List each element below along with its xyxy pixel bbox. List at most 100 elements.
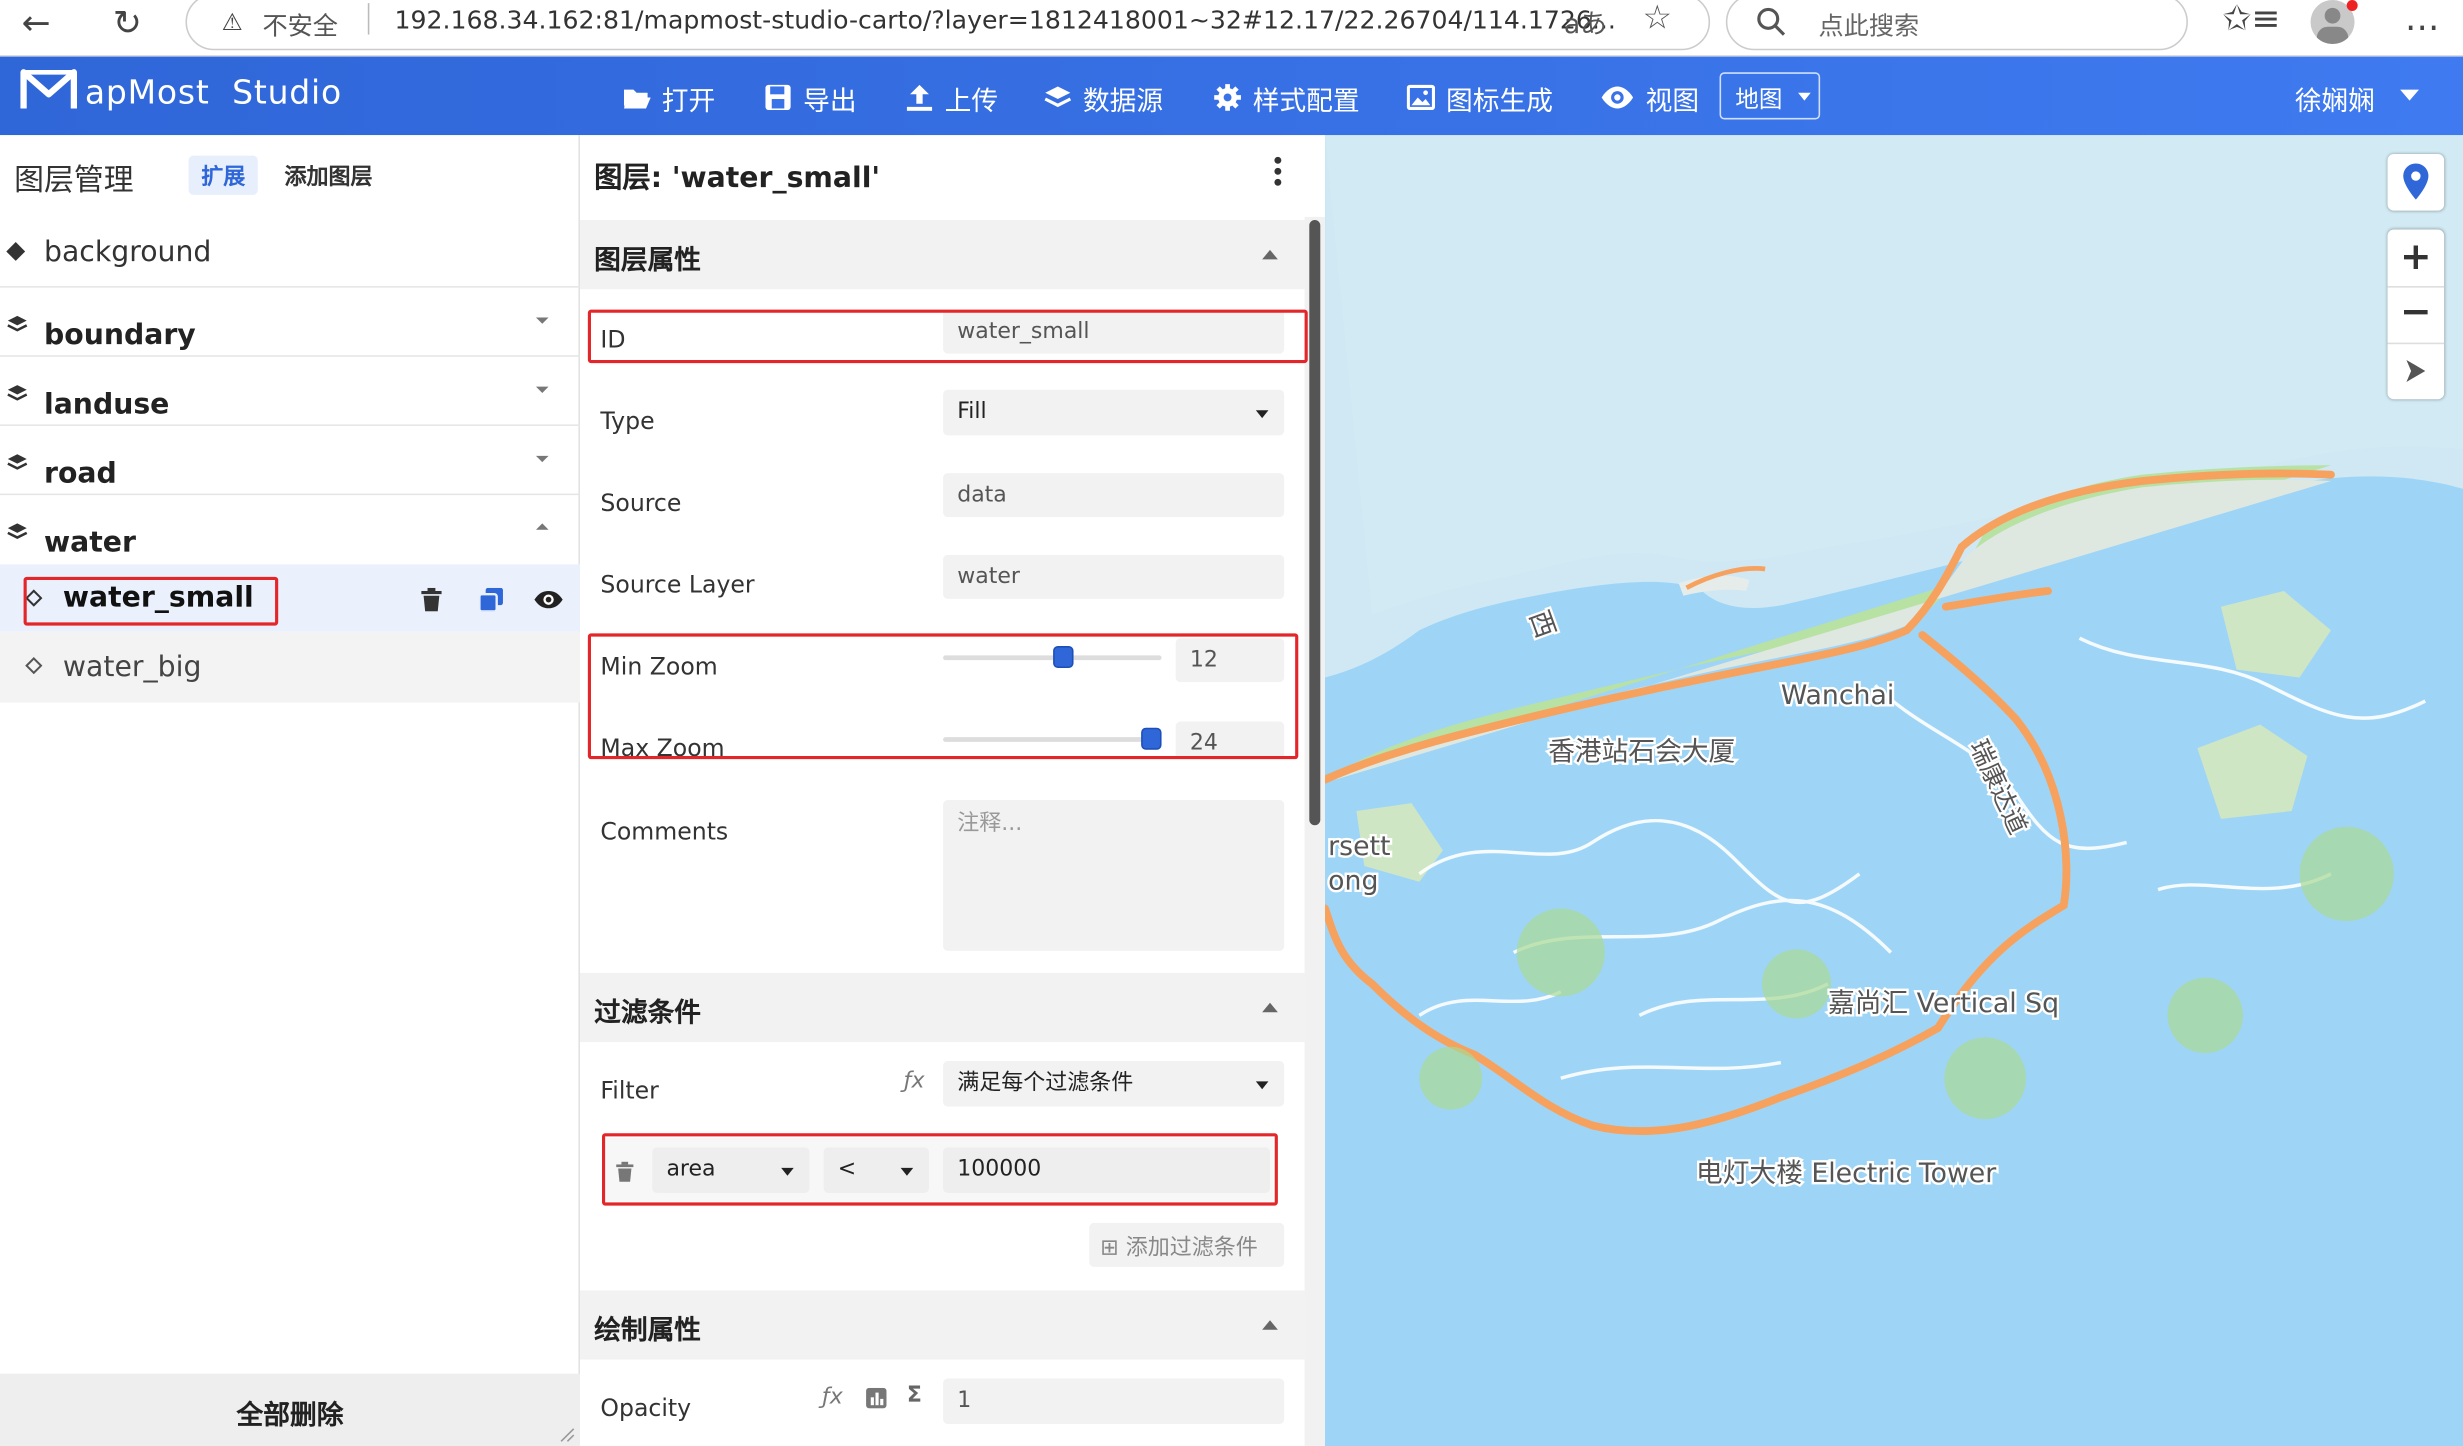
type-label: Type bbox=[600, 407, 655, 436]
map-canvas[interactable]: 西 Wanchai 香港站石会大厦 rsett ong 嘉尚汇 Vertical… bbox=[1325, 135, 2463, 1446]
compass-icon[interactable] bbox=[2405, 358, 2427, 383]
copy-icon[interactable] bbox=[479, 587, 503, 612]
layer-item-water-small[interactable]: water_small bbox=[0, 564, 580, 632]
zoom-out-icon[interactable]: − bbox=[2388, 288, 2445, 343]
map-label: Wanchai bbox=[1781, 680, 1894, 711]
menu-view-label: 视图 bbox=[1645, 85, 1700, 118]
group-label: road bbox=[44, 457, 117, 491]
source-layer-label: Source Layer bbox=[600, 570, 755, 599]
comments-textarea[interactable]: 注释... bbox=[943, 800, 1285, 951]
group-label: water bbox=[44, 526, 136, 560]
menu-style-config[interactable]: 样式配置 bbox=[1213, 79, 1360, 118]
divider bbox=[367, 3, 370, 35]
app-header: apMost Studio 打开 导出 上传 数据源 样式配置 图标生成 视图 … bbox=[0, 56, 2463, 136]
function-icon[interactable]: ƒx bbox=[822, 1385, 843, 1410]
trash-icon[interactable] bbox=[421, 587, 442, 612]
browser-search[interactable]: 点此搜索 bbox=[1725, 0, 2188, 51]
map-zoom-controls: + − bbox=[2387, 229, 2445, 400]
browser-toolbar: ← ↻ ⚠ 不安全 192.168.34.162:81/mapmost-stud… bbox=[0, 0, 2463, 57]
zoom-in-icon[interactable]: + bbox=[2388, 229, 2445, 286]
collapse-icon[interactable] bbox=[1262, 249, 1278, 260]
section-paint[interactable]: 绘制属性 bbox=[579, 1290, 1305, 1360]
section-filter[interactable]: 过滤条件 bbox=[579, 972, 1305, 1043]
sigma-icon[interactable]: Σ bbox=[907, 1383, 922, 1408]
menu-upload[interactable]: 上传 bbox=[905, 79, 998, 117]
location-pin-icon bbox=[2403, 163, 2429, 200]
tab-expand[interactable]: 扩展 bbox=[188, 155, 258, 195]
layer-group-water[interactable]: water bbox=[0, 495, 580, 564]
search-placeholder: 点此搜索 bbox=[1818, 11, 1920, 41]
source-input[interactable]: data bbox=[943, 473, 1285, 518]
address-bar[interactable]: ⚠ 不安全 192.168.34.162:81/mapmost-studio-c… bbox=[185, 0, 1711, 51]
resize-handle-icon[interactable] bbox=[560, 1427, 576, 1443]
opacity-label: Opacity bbox=[600, 1394, 692, 1423]
menu-icon-gen[interactable]: 图标生成 bbox=[1406, 79, 1553, 117]
view-mode-value: 地图 bbox=[1735, 84, 1783, 114]
menu-open[interactable]: 打开 bbox=[622, 79, 715, 117]
layer-item-water-big[interactable]: water_big bbox=[0, 631, 580, 703]
logo[interactable]: apMost Studio bbox=[19, 68, 342, 112]
map-graphic: 西 Wanchai 香港站石会大厦 rsett ong 嘉尚汇 Vertical… bbox=[1325, 135, 2463, 1446]
star-icon[interactable]: ☆ bbox=[1643, 0, 1673, 36]
chevron-down-icon[interactable] bbox=[535, 386, 549, 393]
opacity-input[interactable]: 1 bbox=[943, 1378, 1285, 1425]
layer-editor: 图层: 'water_small' 图层属性 ID water_small Ty… bbox=[579, 135, 1326, 1446]
section-title: 过滤条件 bbox=[594, 998, 702, 1030]
more-icon[interactable]: … bbox=[2405, 0, 2440, 39]
warning-icon: ⚠ bbox=[221, 7, 243, 37]
function-icon[interactable]: ƒx bbox=[904, 1069, 925, 1094]
url-text[interactable]: 192.168.34.162:81/mapmost-studio-carto/?… bbox=[395, 5, 1616, 35]
source-layer-input[interactable]: water bbox=[943, 554, 1285, 599]
view-mode-select[interactable]: 地图 bbox=[1719, 72, 1821, 120]
user-name[interactable]: 徐娴娴 bbox=[2295, 79, 2375, 117]
user-menu-caret-icon[interactable] bbox=[2400, 89, 2419, 101]
layers-stack-icon bbox=[7, 454, 28, 470]
save-icon bbox=[765, 84, 791, 111]
menu-style-config-label: 样式配置 bbox=[1252, 85, 1360, 118]
menu-export[interactable]: 导出 bbox=[764, 79, 857, 117]
map-label: ong bbox=[1328, 866, 1378, 897]
gear-icon bbox=[1214, 84, 1241, 111]
favorites-icon[interactable]: ✩≡ bbox=[2223, 0, 2281, 39]
diamond-outline-icon bbox=[25, 657, 43, 675]
tab-add-layer[interactable]: 添加图层 bbox=[284, 160, 372, 191]
chevron-down-icon[interactable] bbox=[535, 455, 549, 463]
eye-icon[interactable] bbox=[533, 589, 564, 609]
editor-title: 图层: 'water_small' bbox=[594, 161, 881, 195]
collapse-icon[interactable] bbox=[1262, 1002, 1278, 1013]
filter-label: Filter bbox=[600, 1076, 659, 1105]
more-vertical-icon[interactable] bbox=[1273, 156, 1282, 187]
type-select[interactable]: Fill bbox=[943, 389, 1285, 436]
bar-chart-icon[interactable] bbox=[866, 1387, 887, 1409]
layer-group-boundary[interactable]: boundary bbox=[0, 288, 580, 357]
collapse-icon[interactable] bbox=[1262, 1320, 1278, 1330]
logo-text: apMost Studio bbox=[84, 73, 342, 112]
scrollbar-track[interactable] bbox=[1304, 216, 1326, 1446]
delete-all-button[interactable]: 全部删除 bbox=[0, 1373, 580, 1446]
layer-panel: 图层管理 扩展 添加图层 background boundary landuse… bbox=[0, 135, 580, 1446]
section-title: 绘制属性 bbox=[594, 1315, 702, 1348]
image-icon bbox=[1406, 84, 1436, 111]
highlight-box bbox=[587, 309, 1308, 364]
mapmost-logo-icon bbox=[20, 69, 78, 109]
filter-mode-value: 满足每个过滤条件 bbox=[957, 1070, 1134, 1096]
group-label: landuse bbox=[44, 388, 170, 422]
chevron-up-icon[interactable] bbox=[535, 523, 549, 530]
chevron-down-icon[interactable] bbox=[535, 317, 549, 324]
back-icon[interactable]: ← bbox=[13, 3, 60, 47]
section-layer-props[interactable]: 图层属性 bbox=[579, 220, 1305, 290]
notification-dot bbox=[2346, 0, 2358, 12]
add-filter-button[interactable]: ⊞ 添加过滤条件 bbox=[1089, 1222, 1285, 1267]
reload-icon[interactable]: ↻ bbox=[104, 3, 151, 47]
layer-group-landuse[interactable]: landuse bbox=[0, 357, 580, 426]
layer-group-road[interactable]: road bbox=[0, 426, 580, 496]
menu-view[interactable]: 视图 bbox=[1600, 79, 1699, 117]
eye-icon bbox=[1601, 86, 1634, 109]
scrollbar-thumb[interactable] bbox=[1309, 220, 1321, 826]
map-location-button[interactable] bbox=[2387, 154, 2445, 211]
translate-icon[interactable]: aあ bbox=[1564, 2, 1607, 41]
menu-datasource[interactable]: 数据源 bbox=[1044, 79, 1163, 117]
filter-mode-select[interactable]: 满足每个过滤条件 bbox=[943, 1060, 1285, 1107]
highlight-box bbox=[587, 633, 1299, 760]
layer-item-background[interactable]: background bbox=[0, 217, 580, 288]
